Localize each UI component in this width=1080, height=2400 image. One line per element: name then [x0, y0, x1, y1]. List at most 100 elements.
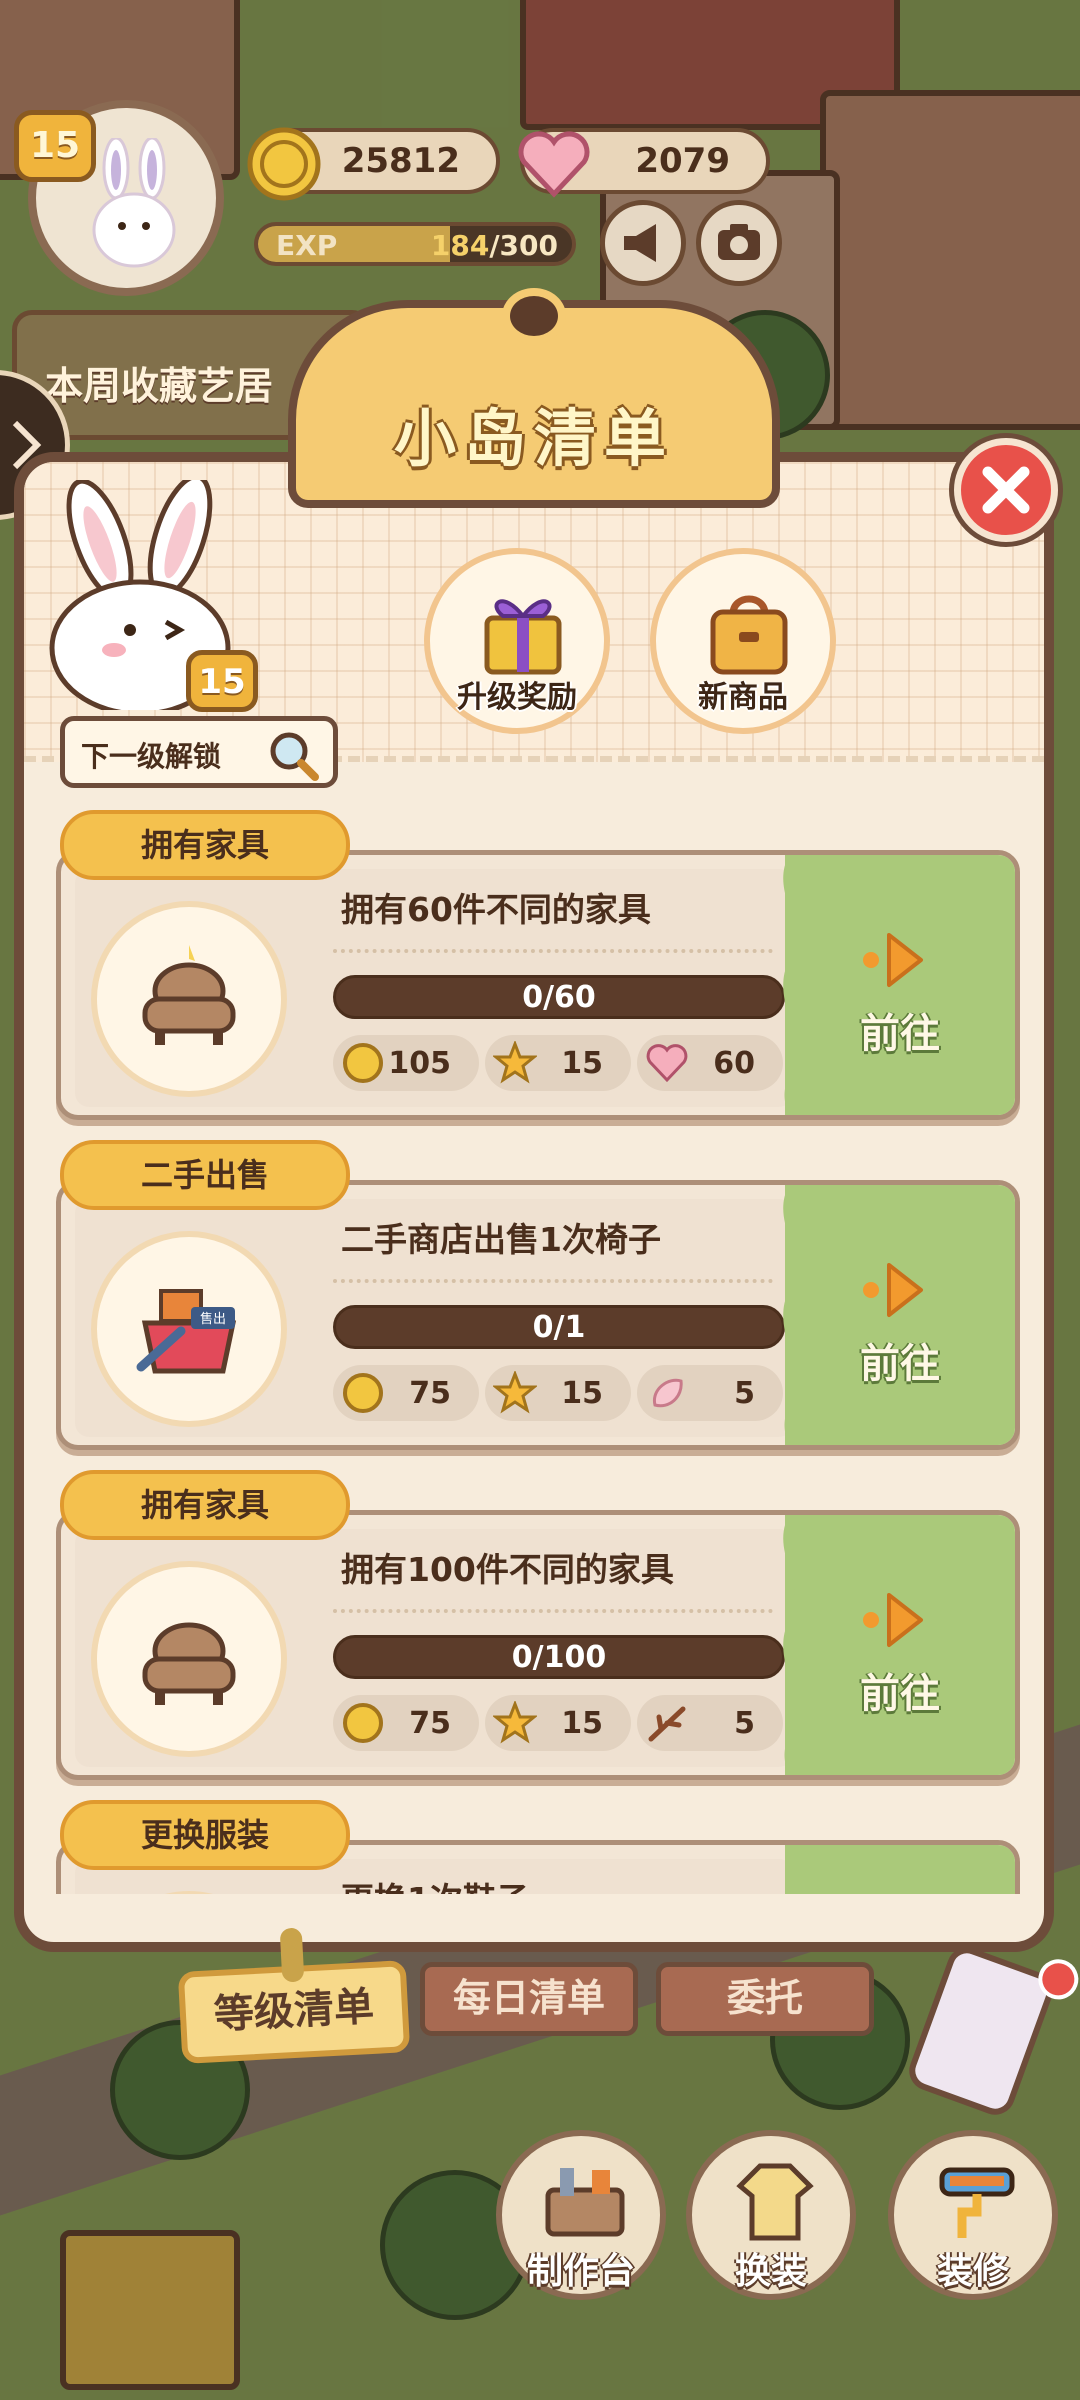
dress-up-label: 换装 [734, 2251, 807, 2292]
gift-box-icon [484, 599, 562, 675]
task-progress-bar: 0/1 [333, 1305, 785, 1349]
task-card: 拥有100件不同的家具 0/100 75 15 5 前往 [56, 1510, 1020, 1780]
go-button[interactable]: 前往 [783, 855, 1015, 1115]
dress-up-icon [736, 2163, 814, 2241]
task-title: 拥有100件不同的家具 [341, 1550, 674, 1589]
reward-value: 75 [409, 1375, 451, 1411]
close-icon [982, 466, 1030, 514]
reward-coin: 105 [333, 1035, 479, 1091]
task-item: 拥有60件不同的家具 0/60 105 15 60 前往 拥有家具 [46, 810, 1026, 1140]
reward-value: 75 [409, 1705, 451, 1741]
reward-value: 15 [561, 1045, 603, 1081]
coin-icon [343, 1373, 383, 1413]
task-category-tag: 更换服装 [60, 1800, 350, 1870]
star-icon [493, 1701, 537, 1744]
exp-bar: EXP 184/300 [254, 222, 576, 266]
exp-current: 184 [430, 229, 490, 262]
go-label: 前往 [860, 1341, 940, 1387]
task-progress-text: 0/60 [522, 980, 596, 1015]
task-title: 拥有60件不同的家具 [341, 890, 651, 929]
coin-value: 25812 [341, 141, 460, 181]
task-list[interactable]: 拥有60件不同的家具 0/60 105 15 60 前往 拥有家具 售出 二手商… [46, 810, 1026, 1894]
workbench-label: 制作台 [526, 2251, 635, 2292]
petal-icon [652, 1378, 683, 1408]
task-title: 更换1次鞋子 [341, 1873, 529, 1894]
go-label: 前往 [860, 1671, 940, 1717]
reward-coin: 75 [333, 1365, 479, 1421]
reward-value: 60 [713, 1045, 755, 1081]
star-icon [493, 1371, 537, 1414]
task-icon-frame [91, 901, 287, 1097]
reward-star: 15 [485, 1695, 631, 1751]
reward-value: 5 [734, 1705, 755, 1741]
magnifier-icon [270, 732, 319, 781]
new-items-label: 新商品 [698, 680, 788, 715]
exp-total: /300 [489, 229, 558, 262]
reward-value: 5 [734, 1375, 755, 1411]
exp-value: 184/300 [431, 229, 558, 262]
task-icon-frame [91, 1561, 287, 1757]
tab-level-list-label: 等级清单 [212, 1983, 376, 2039]
task-item: 更换1次鞋子 更换服装 [46, 1800, 1026, 1894]
bunny-avatar-icon [92, 138, 176, 268]
workbench-icon [545, 2168, 625, 2237]
go-button[interactable] [785, 1845, 1015, 1894]
task-icon-frame: 售出 [91, 1231, 287, 1427]
new-items-button[interactable]: 新商品 [650, 548, 836, 734]
panel-title: 小岛清单 [393, 402, 674, 475]
reward-star: 15 [485, 1035, 631, 1091]
reward-value: 15 [561, 1705, 603, 1741]
star-icon [493, 1041, 537, 1084]
reward-value: 105 [388, 1045, 451, 1081]
title-board: 小岛清单 [288, 288, 780, 508]
task-category-tag: 拥有家具 [60, 810, 350, 880]
unlock-level-badge: 15 [186, 650, 258, 712]
reward-star: 15 [485, 1365, 631, 1421]
coin-icon [244, 124, 324, 204]
task-item: 售出 二手商店出售1次椅子 0/1 75 15 5 前往 二手出售 [46, 1140, 1026, 1470]
task-progress-bar: 0/60 [333, 975, 785, 1019]
tab-level-list[interactable]: 等级清单 [177, 1927, 411, 2064]
close-button[interactable] [954, 438, 1058, 542]
reward-coin: 75 [333, 1695, 479, 1751]
player-level-badge: 15 [14, 110, 96, 182]
upgrade-reward-button[interactable]: 升级奖励 [424, 548, 610, 734]
task-progress-bar: 0/100 [333, 1635, 785, 1679]
shopping-bag-icon [710, 595, 788, 675]
unlock-label: 下一级解锁 [81, 740, 222, 773]
renovate-button[interactable]: 装修 [888, 2130, 1058, 2300]
arrow-right-icon [863, 1263, 923, 1317]
go-label: 前往 [860, 1011, 940, 1057]
tab-commission[interactable]: 委托 [656, 1962, 874, 2036]
coin-counter[interactable]: 25812 [247, 127, 500, 201]
task-progress-text: 0/100 [511, 1640, 607, 1675]
megaphone-button[interactable] [600, 200, 686, 286]
go-button[interactable]: 前往 [783, 1185, 1015, 1445]
task-category-tag: 拥有家具 [60, 1470, 350, 1540]
coin-icon [343, 1703, 383, 1743]
coin-icon [343, 1043, 383, 1083]
task-item: 拥有100件不同的家具 0/100 75 15 5 前往 拥有家具 [46, 1470, 1026, 1800]
upgrade-reward-label: 升级奖励 [457, 680, 577, 715]
go-button[interactable]: 前往 [783, 1515, 1015, 1775]
heart-value: 2079 [635, 141, 730, 181]
reward-value: 15 [561, 1375, 603, 1411]
paint-roller-icon [939, 2167, 1015, 2238]
camera-button[interactable] [696, 200, 782, 286]
armchair-icon [142, 945, 236, 1045]
armchair-icon [142, 1622, 236, 1705]
next-level-unlock-button[interactable]: 下一级解锁 [60, 716, 338, 788]
workbench-button[interactable]: 制作台 [496, 2130, 666, 2300]
tab-daily-list[interactable]: 每日清单 [420, 1962, 638, 2036]
arrow-right-icon [863, 933, 923, 987]
sell-tag-text: 售出 [200, 1311, 226, 1327]
dress-up-button[interactable]: 换装 [686, 2130, 856, 2300]
megaphone-icon [624, 224, 656, 262]
heart-icon [514, 124, 594, 204]
task-title: 二手商店出售1次椅子 [341, 1220, 661, 1259]
sell-basket-icon: 售出 [136, 1289, 237, 1374]
arrow-right-icon [863, 1593, 923, 1647]
renovate-label: 装修 [936, 2251, 1009, 2292]
exp-label: EXP [276, 229, 338, 262]
heart-counter[interactable]: 2079 [518, 128, 770, 198]
